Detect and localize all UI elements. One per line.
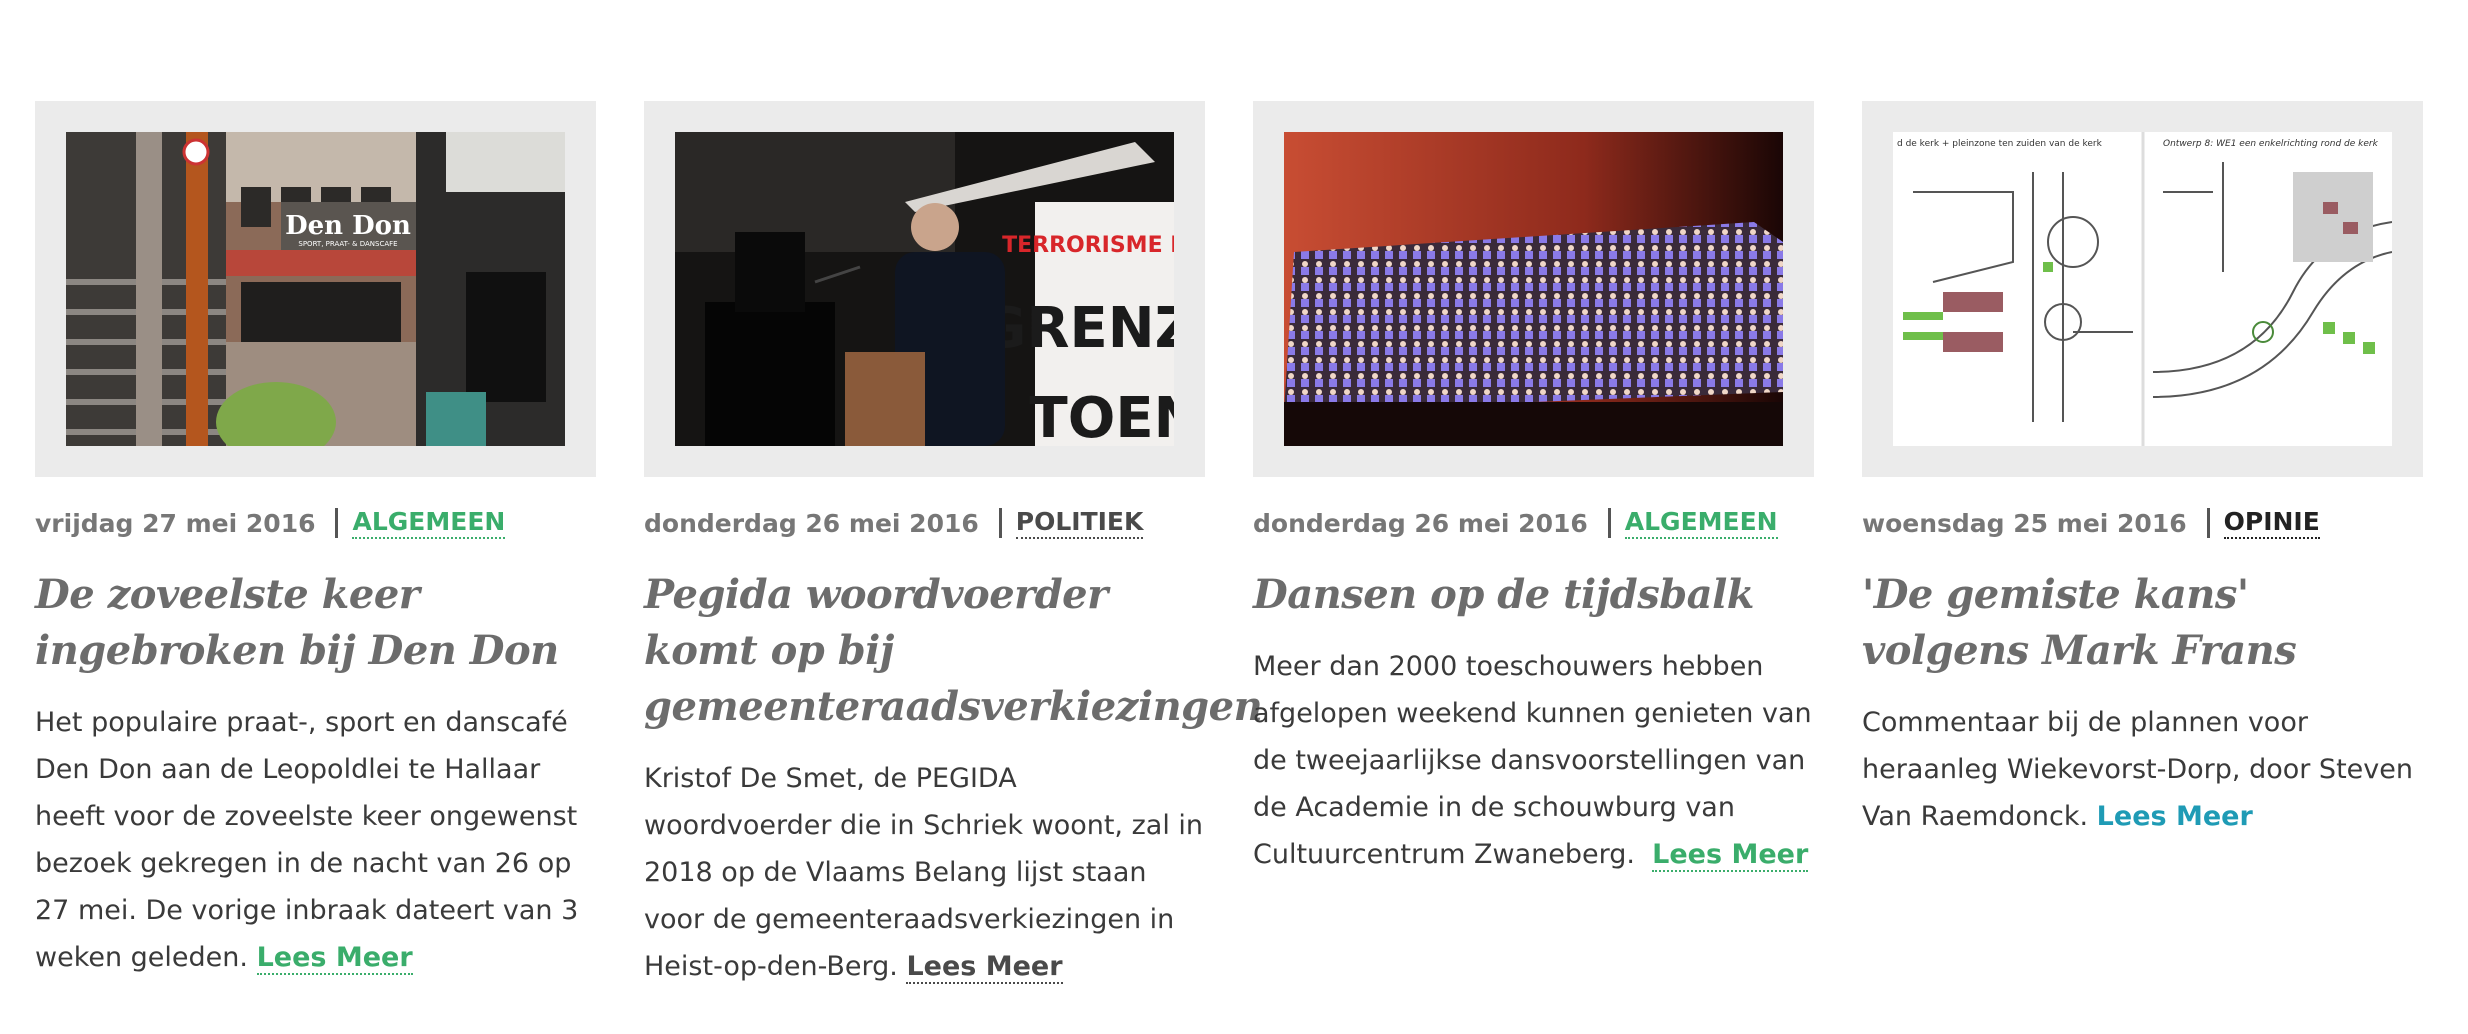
meta-separator xyxy=(335,508,339,538)
article-card: donderdag 26 mei 2016 ALGEMEEN Dansen op… xyxy=(1253,101,1814,990)
article-title[interactable]: Pegida woordvoerder komt op bij gemeente… xyxy=(644,567,1263,735)
banner-text-3: TOEN xyxy=(1030,386,1174,446)
category-link-algemeen[interactable]: ALGEMEEN xyxy=(1624,507,1778,539)
article-thumbnail-frame[interactable]: d de kerk + pleinzone ten zuiden van de … xyxy=(1862,101,2423,477)
category-link-algemeen[interactable]: ALGEMEEN xyxy=(352,507,506,539)
article-thumbnail-frame[interactable]: Den Don SPORT, PRAAT- & DANSCAFE xyxy=(35,101,596,477)
read-more-link[interactable]: Lees Meer xyxy=(1652,839,1809,872)
meta-separator xyxy=(998,508,1002,538)
article-card: TERRORISME HIE GRENZE TOEN donderdag 26 … xyxy=(644,101,1263,990)
article-thumbnail[interactable]: Den Don SPORT, PRAAT- & DANSCAFE xyxy=(66,132,565,446)
den-don-subsign: SPORT, PRAAT- & DANSCAFE xyxy=(298,240,397,248)
article-excerpt: Kristof De Smet, de PEGIDA woordvoerder … xyxy=(644,755,1205,990)
article-grid: Den Don SPORT, PRAAT- & DANSCAFE vrijdag… xyxy=(35,101,2423,990)
article-excerpt: Meer dan 2000 toeschouwers hebben afgelo… xyxy=(1253,643,1814,878)
article-meta: donderdag 26 mei 2016 POLITIEK xyxy=(644,505,1205,541)
article-meta: vrijdag 27 mei 2016 ALGEMEEN xyxy=(35,505,596,541)
read-more-link[interactable]: Lees Meer xyxy=(256,942,413,975)
plan-caption-left: d de kerk + pleinzone ten zuiden van de … xyxy=(1897,139,2103,149)
article-thumbnail[interactable]: d de kerk + pleinzone ten zuiden van de … xyxy=(1893,132,2392,446)
read-more-link[interactable]: Lees Meer xyxy=(2097,801,2253,832)
article-excerpt: Commentaar bij de plannen voor heraanleg… xyxy=(1862,699,2423,840)
banner-text-1: TERRORISME HIE xyxy=(1002,233,1174,258)
article-date: woensdag 25 mei 2016 xyxy=(1862,508,2187,538)
meta-separator xyxy=(2206,508,2210,538)
article-date: donderdag 26 mei 2016 xyxy=(1253,508,1588,538)
article-excerpt: Het populaire praat-, sport en danscafé … xyxy=(35,699,596,981)
excerpt-text: Meer dan 2000 toeschouwers hebben afgelo… xyxy=(1253,651,1812,870)
den-don-sign: Den Don xyxy=(285,211,411,241)
article-thumbnail[interactable]: TERRORISME HIE GRENZE TOEN xyxy=(675,132,1174,446)
article-card: Den Don SPORT, PRAAT- & DANSCAFE vrijdag… xyxy=(35,101,596,990)
meta-separator xyxy=(1607,508,1611,538)
article-date: vrijdag 27 mei 2016 xyxy=(35,508,316,538)
article-thumbnail[interactable] xyxy=(1284,132,1783,446)
banner-text-2: GRENZE xyxy=(980,296,1174,361)
article-title[interactable]: De zoveelste keer ingebroken bij Den Don xyxy=(35,567,596,679)
article-card: d de kerk + pleinzone ten zuiden van de … xyxy=(1862,101,2423,990)
category-link-opinie[interactable]: OPINIE xyxy=(2223,507,2320,539)
article-title[interactable]: 'De gemiste kans' volgens Mark Frans xyxy=(1862,567,2423,679)
article-date: donderdag 26 mei 2016 xyxy=(644,508,979,538)
excerpt-text: Kristof De Smet, de PEGIDA woordvoerder … xyxy=(644,763,1204,982)
category-link-politiek[interactable]: POLITIEK xyxy=(1015,507,1144,539)
article-meta: woensdag 25 mei 2016 OPINIE xyxy=(1862,505,2423,541)
article-title[interactable]: Dansen op de tijdsbalk xyxy=(1253,567,1814,623)
read-more-link[interactable]: Lees Meer xyxy=(906,951,1063,984)
article-meta: donderdag 26 mei 2016 ALGEMEEN xyxy=(1253,505,1814,541)
article-thumbnail-frame[interactable]: TERRORISME HIE GRENZE TOEN xyxy=(644,101,1205,477)
excerpt-text: Het populaire praat-, sport en danscafé … xyxy=(35,707,579,973)
plan-caption-right: Ontwerp 8: WE1 een enkelrichting rond de… xyxy=(2163,139,2379,149)
article-thumbnail-frame[interactable] xyxy=(1253,101,1814,477)
